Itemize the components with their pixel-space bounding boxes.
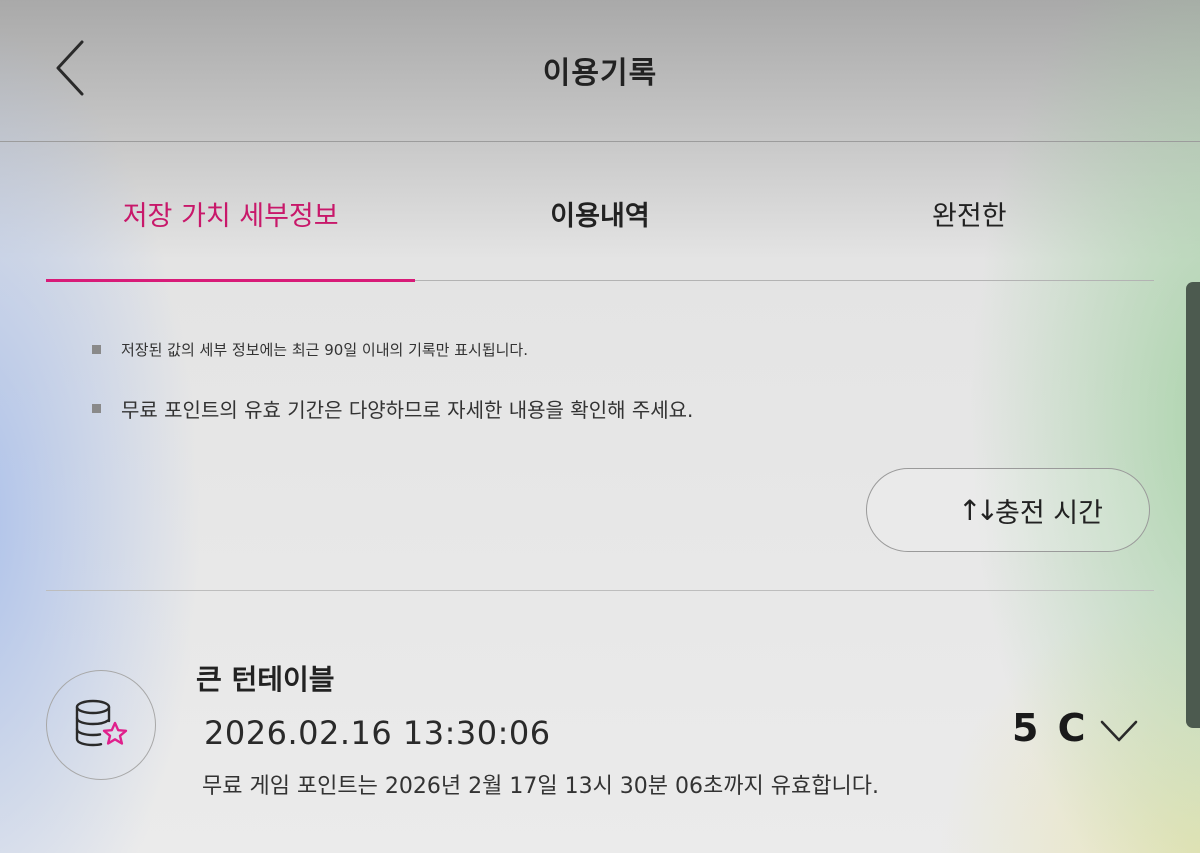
tab-stored-value-details[interactable]: 저장 가치 세부정보 [46,170,416,282]
record-title: 큰 턴테이블 [196,663,335,696]
notice-item: 저장된 값의 세부 정보에는 최근 90일 이내의 기록만 표시됩니다. [92,336,1092,362]
side-scroll-handle[interactable] [1186,282,1200,728]
notice-item: 무료 포인트의 유효 기간은 다양하므로 자세한 내용을 확인해 주세요. [92,392,1092,424]
divider [46,590,1154,591]
tab-usage-history[interactable]: 이용내역 [415,170,784,280]
sort-arrows-icon: ↑↓ [958,493,999,527]
notice-list: 저장된 값의 세부 정보에는 최근 90일 이내의 기록만 표시됩니다. 무료 … [92,336,1092,424]
record-expiry-note: 무료 게임 포인트는 2026년 2월 17일 13시 30분 06초까지 유효… [202,774,879,799]
header: 이용기록 [0,0,1200,142]
expand-button[interactable] [1098,712,1140,752]
sort-by-charge-time-button[interactable]: ↑↓ 충전 시간 [866,468,1150,552]
tab-completed[interactable]: 완전한 [785,170,1154,280]
list-item[interactable]: 큰 턴테이블 2026.02.16 13:30:06 무료 게임 포인트는 20… [46,640,1154,820]
tab-bar: 저장 가치 세부정보 이용내역 완전한 [46,170,1154,282]
chevron-down-icon [1100,720,1138,742]
bullet-icon [92,344,101,354]
notice-text: 저장된 값의 세부 정보에는 최근 90일 이내의 기록만 표시됩니다. [121,340,529,359]
notice-text: 무료 포인트의 유효 기간은 다양하므로 자세한 내용을 확인해 주세요. [121,397,694,422]
record-amount: 5 C [1012,706,1089,750]
record-icon-badge [46,670,156,780]
database-star-icon [75,699,128,747]
record-datetime: 2026.02.16 13:30:06 [204,714,551,752]
page-title: 이용기록 [542,56,658,91]
bullet-icon [92,403,101,413]
sort-label: 충전 시간 [995,497,1103,529]
